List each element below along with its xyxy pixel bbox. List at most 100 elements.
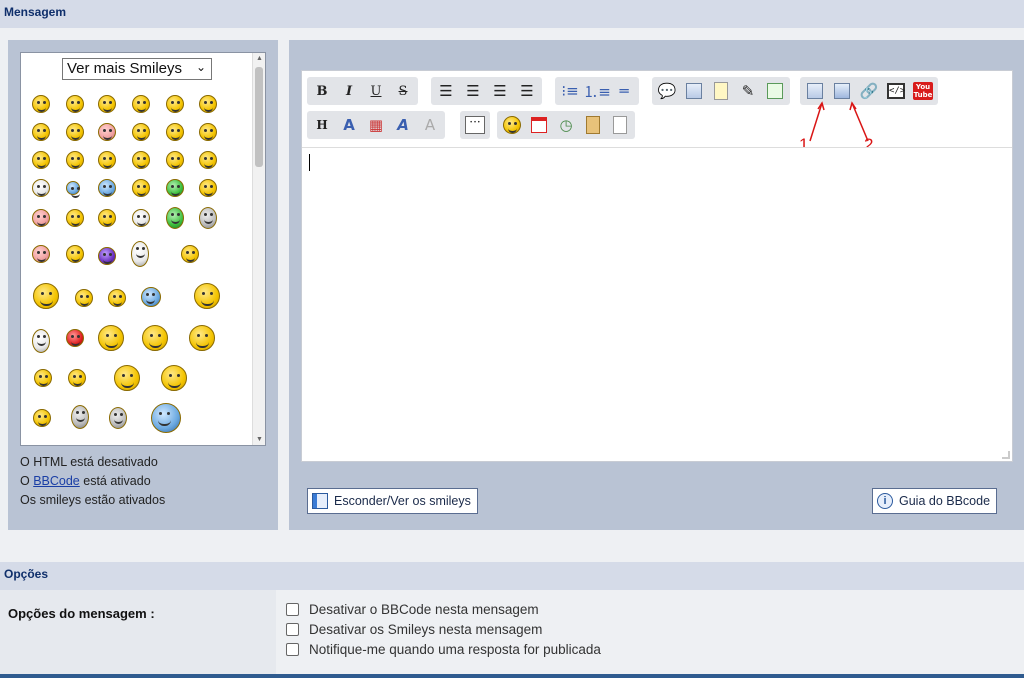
smiley-icon[interactable]	[141, 287, 161, 307]
smiley-icon[interactable]	[32, 123, 50, 141]
smiley-icon[interactable]	[199, 207, 217, 229]
smiley-icon[interactable]	[66, 329, 84, 347]
bold-button[interactable]: B	[310, 79, 334, 103]
smiley-icon[interactable]	[98, 179, 116, 197]
smiley-icon[interactable]	[98, 151, 116, 169]
smiley-icon[interactable]	[98, 209, 116, 227]
smiley-insert-icon[interactable]	[500, 113, 524, 137]
toggle-smileys-button[interactable]: Esconder/Ver os smileys	[307, 488, 478, 514]
smiley-icon[interactable]	[166, 95, 184, 113]
smiley-icon[interactable]	[98, 247, 116, 265]
spoiler-icon[interactable]	[709, 79, 733, 103]
message-textarea[interactable]	[302, 147, 1012, 461]
code-block-icon[interactable]	[682, 79, 706, 103]
smiley-icon[interactable]	[166, 151, 184, 169]
smiley-icon[interactable]	[194, 283, 220, 309]
hide-icon[interactable]: ✎	[736, 79, 760, 103]
smiley-set-dropdown[interactable]: Ver mais Smileys ⌄	[62, 58, 212, 80]
font-icon[interactable]: A	[391, 113, 415, 137]
timer-icon[interactable]: ◷	[554, 113, 578, 137]
star-smiley-icon[interactable]	[66, 181, 80, 198]
smiley-icon[interactable]	[32, 179, 50, 197]
paste-icon[interactable]	[581, 113, 605, 137]
quote-icon[interactable]: 💬	[655, 79, 679, 103]
notify-reply-option[interactable]: Notifique-me quando uma resposta for pub…	[286, 642, 601, 657]
align-left-icon[interactable]: ☰	[434, 79, 458, 103]
smiley-icon[interactable]	[66, 151, 84, 169]
smiley-icon[interactable]	[132, 123, 150, 141]
horizontal-rule-icon[interactable]: ═	[612, 79, 636, 103]
remove-format-icon[interactable]: A	[418, 113, 442, 137]
align-center-icon[interactable]: ☰	[461, 79, 485, 103]
smiley-icon[interactable]	[132, 179, 150, 197]
smiley-icon[interactable]	[108, 289, 126, 307]
smiley-icon[interactable]	[166, 179, 184, 197]
smiley-icon[interactable]	[32, 329, 50, 353]
strike-button[interactable]: S	[391, 79, 415, 103]
smiley-icon[interactable]	[189, 325, 215, 351]
checkbox[interactable]	[286, 623, 299, 636]
smiley-icon[interactable]	[199, 123, 217, 141]
smiley-icon[interactable]	[132, 209, 150, 227]
smiley-icon[interactable]	[66, 245, 84, 263]
date-icon[interactable]	[527, 113, 551, 137]
scrollbar-thumb[interactable]	[255, 67, 263, 167]
bullet-list-icon[interactable]: ⁝≡	[558, 79, 582, 103]
smiley-icon[interactable]	[68, 369, 86, 387]
smiley-icon[interactable]	[66, 95, 84, 113]
smiley-scrollbar[interactable]: ▲ ▼	[252, 53, 265, 445]
checkbox[interactable]	[286, 643, 299, 656]
smiley-icon[interactable]	[166, 123, 184, 141]
scroll-up-icon[interactable]: ▲	[256, 55, 263, 62]
new-page-icon[interactable]	[608, 113, 632, 137]
smiley-icon[interactable]	[98, 325, 124, 351]
smiley-icon[interactable]	[32, 151, 50, 169]
underline-button[interactable]: U	[364, 79, 388, 103]
smiley-icon[interactable]	[66, 209, 84, 227]
table-icon[interactable]	[763, 79, 787, 103]
smileys-panel-icon	[312, 493, 328, 509]
justify-icon[interactable]: ☰	[515, 79, 539, 103]
smiley-icon[interactable]	[142, 325, 168, 351]
smiley-icon[interactable]	[114, 365, 140, 391]
italic-button[interactable]: I	[337, 79, 361, 103]
smiley-icon[interactable]	[33, 409, 51, 427]
smiley-icon[interactable]	[199, 179, 217, 197]
disable-bbcode-option[interactable]: Desativar o BBCode nesta mensagem	[286, 602, 539, 617]
color-icon[interactable]: ▦	[364, 113, 388, 137]
smiley-icon[interactable]	[32, 209, 50, 227]
align-right-icon[interactable]: ☰	[488, 79, 512, 103]
html-code-icon[interactable]: </>	[884, 79, 908, 103]
smiley-icon[interactable]	[166, 207, 184, 229]
flower-smiley-icon[interactable]	[151, 403, 181, 433]
smiley-icon[interactable]	[181, 245, 199, 263]
youtube-icon[interactable]: You Tube	[911, 79, 935, 103]
smiley-icon[interactable]	[199, 95, 217, 113]
text-caret	[309, 154, 310, 171]
font-size-icon[interactable]: A	[337, 113, 361, 137]
resize-handle[interactable]	[1002, 451, 1010, 459]
smiley-icon[interactable]	[109, 407, 127, 429]
smiley-icon[interactable]	[199, 151, 217, 169]
smiley-icon[interactable]	[32, 95, 50, 113]
smiley-icon[interactable]	[33, 283, 59, 309]
smiley-icon[interactable]	[161, 365, 187, 391]
smiley-icon[interactable]	[32, 245, 50, 263]
checkbox[interactable]	[286, 603, 299, 616]
smiley-icon[interactable]	[66, 123, 84, 141]
smiley-icon[interactable]	[98, 123, 116, 141]
numbered-list-icon[interactable]: ⒈≡	[583, 79, 611, 103]
smiley-icon[interactable]	[71, 405, 89, 429]
smiley-icon[interactable]	[131, 241, 149, 267]
disable-smileys-option[interactable]: Desativar os Smileys nesta mensagem	[286, 622, 542, 637]
bbcode-guide-button[interactable]: i Guia do BBcode	[872, 488, 998, 514]
smiley-icon[interactable]	[75, 289, 93, 307]
smiley-icon[interactable]	[34, 369, 52, 387]
scroll-down-icon[interactable]: ▼	[256, 436, 263, 443]
bbcode-link[interactable]: BBCode	[33, 474, 80, 488]
smiley-icon[interactable]	[98, 95, 116, 113]
more-icon[interactable]: ···	[463, 113, 487, 137]
smiley-icon[interactable]	[132, 151, 150, 169]
smiley-icon[interactable]	[132, 95, 150, 113]
heading-button[interactable]: H	[310, 113, 334, 137]
